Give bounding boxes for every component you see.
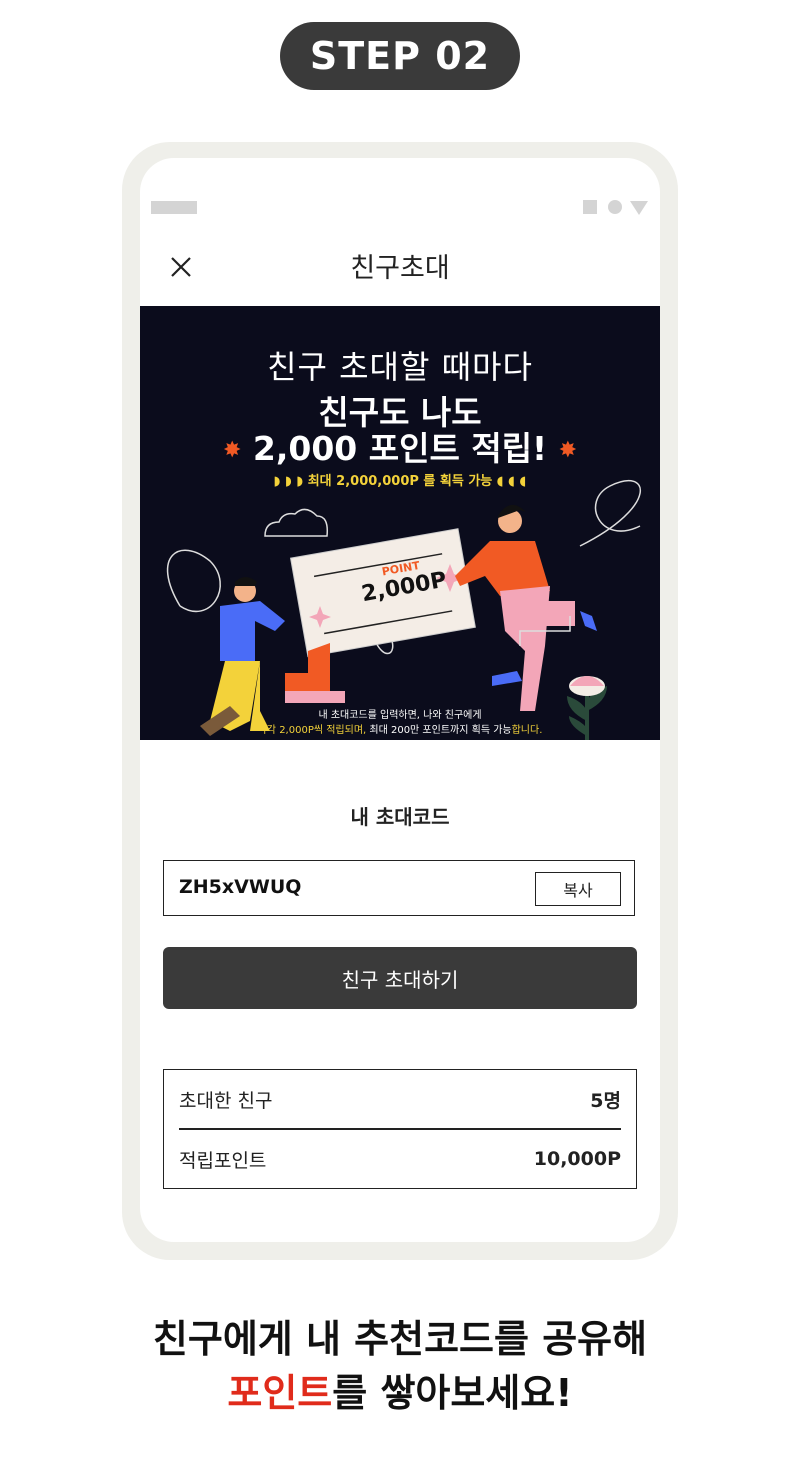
promo-banner: 친구 초대할 때마다 친구도 나도 ✸ 2,000 포인트 적립! ✸ ◗ ◗ … — [140, 306, 660, 740]
phone-screen: 친구초대 친구 초대할 때마다 친구도 나도 ✸ 2,000 포인트 적립! ✸… — [140, 158, 660, 1242]
page-title: 친구초대 — [350, 253, 450, 284]
status-triangle-icon — [630, 201, 648, 215]
caption-highlight: 포인트 — [227, 1371, 333, 1415]
caption-line-2: 포인트를 쌓아보세요! — [0, 1362, 800, 1417]
invite-code-title: 내 초대코드 — [350, 805, 450, 829]
banner-max-points: ◗ ◗ ◗ 최대 2,000,000P 를 획득 가능 ◖ ◖ ◖ — [140, 470, 660, 489]
stat-label: 초대한 친구 — [179, 1089, 273, 1112]
burst-icon: ✸ — [222, 438, 242, 463]
stat-value: 10,000P — [533, 1148, 621, 1170]
invite-stats: 초대한 친구 5명 적립포인트 10,000P — [163, 1069, 637, 1189]
banner-footnote-2: 각각 2,000P씩 적립되며, 최대 200만 포인트까지 획득 가능합니다. — [140, 721, 660, 736]
caption-line-1: 친구에게 내 추천코드를 공유해 — [152, 1317, 648, 1361]
stat-row-invited: 초대한 친구 5명 — [179, 1070, 621, 1128]
invite-code-field: ZH5xVWUQ 복사 — [163, 860, 635, 916]
footnote-part-1: 각각 2,000P씩 적립되며, — [257, 725, 370, 736]
footnote-part-2: 최대 200만 포인트까지 획득 가능 — [369, 725, 512, 736]
step-label: STEP 02 — [280, 22, 520, 90]
status-bar-left — [151, 201, 197, 214]
stat-value: 5명 — [590, 1089, 621, 1112]
footnote-part-3: 합니다. — [511, 725, 543, 736]
status-square-icon — [583, 200, 597, 214]
stat-label: 적립포인트 — [179, 1149, 267, 1172]
banner-headline-3: ✸ 2,000 포인트 적립! ✸ — [140, 422, 660, 470]
banner-max-text: 최대 2,000,000P 를 획득 가능 — [307, 474, 493, 489]
status-circle-icon — [608, 200, 622, 214]
banner-headline-1: 친구 초대할 때마다 — [267, 348, 533, 386]
burst-icon: ✸ — [558, 438, 578, 463]
moon-icon: ◗ ◗ ◗ — [273, 474, 308, 489]
cloud-icon — [264, 508, 329, 537]
copy-button[interactable]: 복사 — [535, 872, 621, 906]
caption-rest: 를 쌓아보세요! — [332, 1371, 573, 1415]
banner-points-text: 2,000 포인트 적립! — [252, 429, 548, 468]
invite-code-value: ZH5xVWUQ — [179, 876, 302, 898]
stat-row-points: 적립포인트 10,000P — [179, 1130, 621, 1188]
moon-icon: ◖ ◖ ◖ — [496, 474, 527, 489]
invite-friends-button[interactable]: 친구 초대하기 — [163, 947, 637, 1009]
banner-footnote-1: 내 초대코드를 입력하면, 나와 친구에게 — [318, 710, 482, 721]
